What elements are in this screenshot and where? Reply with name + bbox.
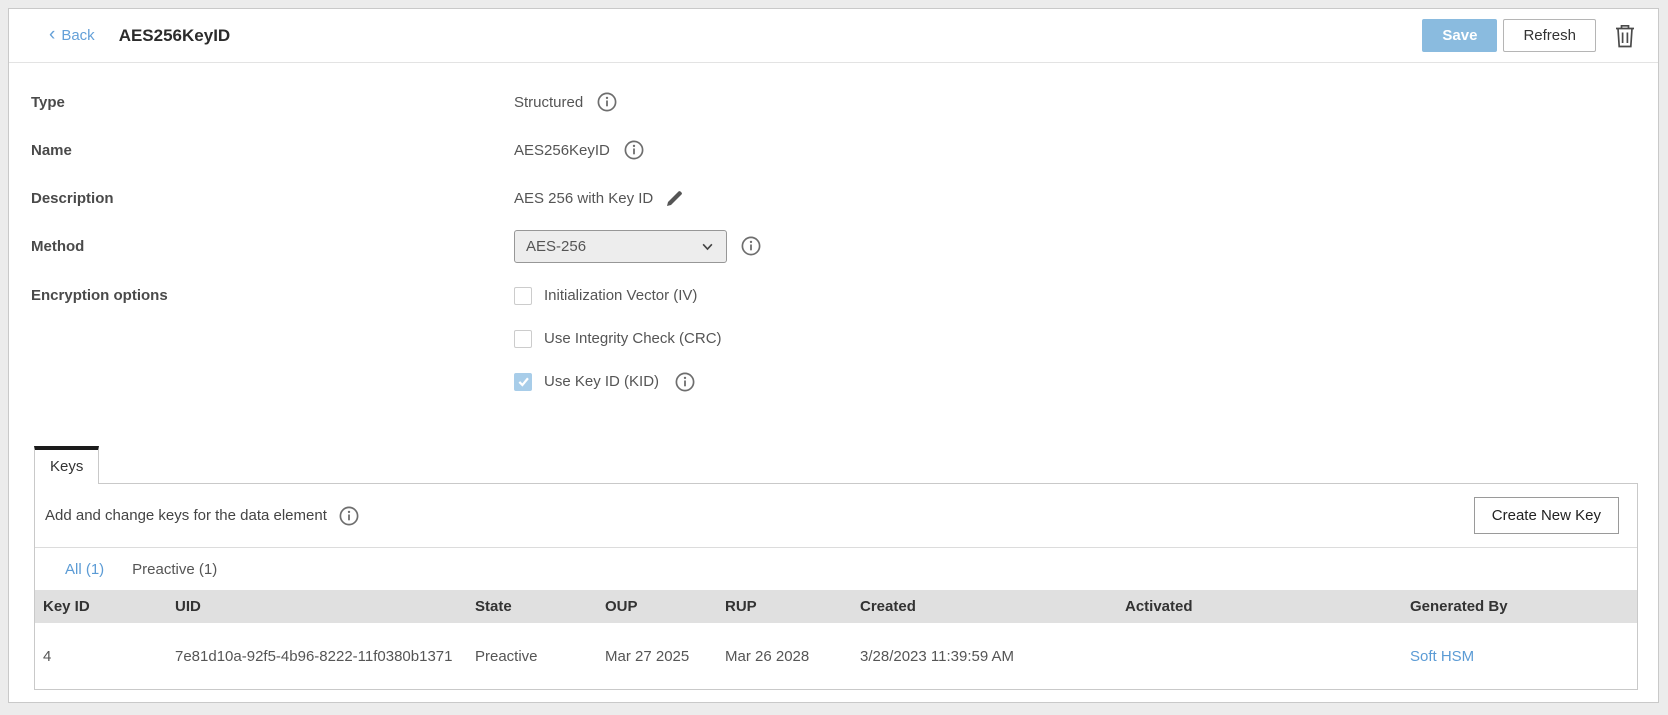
method-selected-value: AES-256 — [526, 237, 587, 255]
name-value: AES256KeyID — [514, 141, 610, 159]
page-header: ‹ Back AES256KeyID Save Refresh — [9, 9, 1658, 63]
encryption-options-label: Encryption options — [31, 287, 168, 304]
name-label: Name — [31, 141, 72, 159]
keys-panel-toolbar: Add and change keys for the data element… — [35, 484, 1637, 548]
cell-activated — [1115, 623, 1400, 689]
cell-rup: Mar 26 2028 — [725, 647, 810, 665]
field-name: Name AES256KeyID — [9, 126, 1658, 174]
page-title: AES256KeyID — [118, 25, 231, 45]
data-element-form: Type Structured Name AES256KeyID Descrip… — [9, 63, 1658, 403]
info-icon[interactable] — [624, 140, 644, 160]
option-initialization-vector: Initialization Vector (IV) — [514, 274, 722, 317]
cell-uid: 7e81d10a-92f5-4b96-8222-11f0380b1371 — [175, 647, 453, 665]
method-label: Method — [31, 237, 85, 255]
trash-icon — [1616, 24, 1634, 47]
field-method: Method AES-256 — [9, 222, 1658, 270]
type-value: Structured — [514, 93, 584, 111]
cell-created: 3/28/2023 11:39:59 AM — [860, 647, 1015, 665]
crc-checkbox[interactable] — [514, 329, 532, 348]
description-label: Description — [31, 189, 114, 207]
field-type: Type Structured — [9, 78, 1658, 126]
table-row[interactable]: 4 7e81d10a-92f5-4b96-8222-11f0380b1371 P… — [35, 623, 1637, 689]
filter-all[interactable]: All (1) — [65, 561, 104, 578]
field-encryption-options: Encryption options Initialization Vector… — [9, 274, 1658, 403]
option-integrity-check: Use Integrity Check (CRC) — [514, 317, 722, 360]
check-icon — [518, 377, 529, 387]
info-icon[interactable] — [741, 236, 761, 256]
iv-checkbox[interactable] — [514, 286, 532, 305]
edit-description-button[interactable] — [665, 189, 684, 208]
pencil-icon — [667, 190, 683, 206]
keys-panel: Add and change keys for the data element… — [34, 483, 1638, 690]
col-uid: UID — [165, 590, 465, 623]
tab-bar: Keys — [34, 446, 1658, 484]
kid-checkbox[interactable] — [514, 372, 532, 391]
delete-button[interactable] — [1614, 23, 1636, 49]
back-label: Back — [61, 27, 95, 44]
method-select[interactable]: AES-256 — [514, 229, 727, 263]
crc-label: Use Integrity Check (CRC) — [544, 330, 722, 347]
keys-description: Add and change keys for the data element — [45, 507, 327, 524]
col-state: State — [465, 590, 595, 623]
field-description: Description AES 256 with Key ID — [9, 174, 1658, 222]
chevron-left-icon: ‹ — [49, 24, 56, 45]
refresh-button[interactable]: Refresh — [1503, 19, 1596, 52]
chevron-down-icon — [702, 243, 713, 250]
description-value: AES 256 with Key ID — [514, 189, 654, 207]
cell-state: Preactive — [475, 647, 538, 665]
keys-table-header-row: Key ID UID State OUP RUP Created Activat… — [35, 590, 1637, 623]
iv-label: Initialization Vector (IV) — [544, 287, 698, 304]
col-key-id: Key ID — [35, 590, 165, 623]
back-link[interactable]: ‹ Back — [49, 24, 95, 45]
kid-label: Use Key ID (KID) — [544, 373, 660, 390]
col-created: Created — [850, 590, 1115, 623]
info-icon[interactable] — [597, 92, 617, 112]
cell-oup: Mar 27 2025 — [605, 647, 690, 665]
detail-card: ‹ Back AES256KeyID Save Refresh Type Str… — [8, 8, 1659, 703]
cell-key-id: 4 — [43, 647, 52, 665]
info-icon[interactable] — [675, 372, 695, 392]
generated-by-link[interactable]: Soft HSM — [1410, 648, 1474, 665]
col-generated-by: Generated By — [1400, 590, 1637, 623]
tab-keys[interactable]: Keys — [34, 446, 100, 484]
type-label: Type — [31, 93, 65, 111]
col-activated: Activated — [1115, 590, 1400, 623]
keys-table: Key ID UID State OUP RUP Created Activat… — [35, 590, 1637, 689]
col-rup: RUP — [715, 590, 850, 623]
filter-preactive[interactable]: Preactive (1) — [132, 561, 217, 578]
save-button[interactable]: Save — [1422, 19, 1498, 52]
col-oup: OUP — [595, 590, 715, 623]
option-key-id: Use Key ID (KID) — [514, 360, 722, 403]
create-new-key-button[interactable]: Create New Key — [1473, 497, 1619, 534]
info-icon[interactable] — [339, 506, 359, 526]
key-state-filters: All (1) Preactive (1) — [35, 548, 1637, 590]
